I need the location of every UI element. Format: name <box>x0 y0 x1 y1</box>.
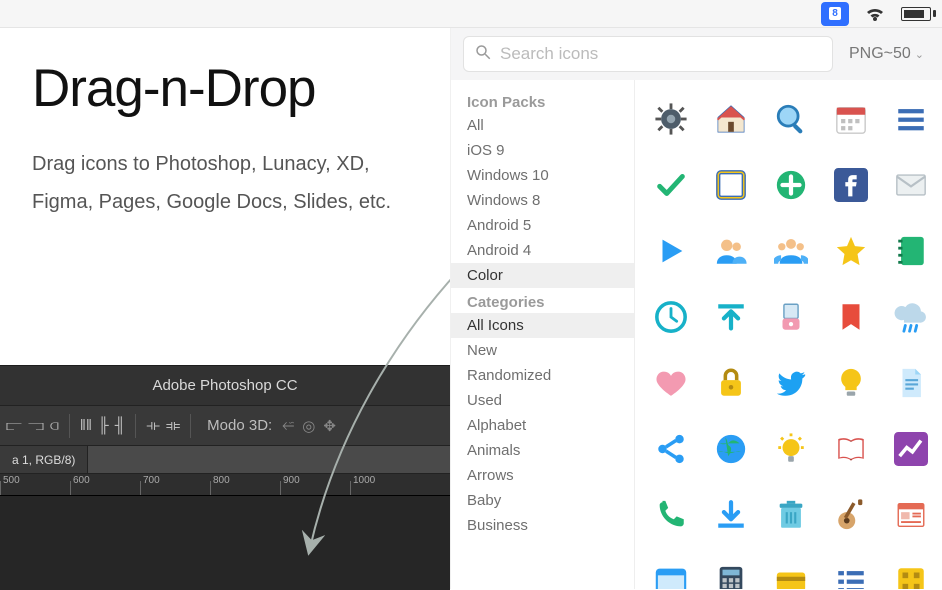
notebook-icon[interactable] <box>881 218 941 284</box>
sidebar-item-pack[interactable]: Windows 8 <box>451 188 634 213</box>
plus-circle-icon[interactable] <box>761 152 821 218</box>
document-icon[interactable] <box>881 350 941 416</box>
sidebar-header-packs: Icon Packs <box>451 88 634 113</box>
star-icon[interactable] <box>821 218 881 284</box>
icon-app-panel: PNG~50 ⌄ Icon Packs AlliOS 9Windows 10Wi… <box>450 28 942 589</box>
orbit-icon[interactable]: ⭁ <box>282 417 294 434</box>
sidebar-item-category[interactable]: Alphabet <box>451 413 634 438</box>
mode3d-label: Modo 3D: <box>207 417 272 434</box>
sidebar-item-pack[interactable]: Color <box>451 263 634 288</box>
frame-icon[interactable] <box>701 152 761 218</box>
calendar-icon[interactable] <box>821 86 881 152</box>
move3d-icon[interactable]: ✥ <box>323 417 336 435</box>
blender-icon[interactable] <box>761 284 821 350</box>
calc-icon[interactable] <box>701 548 761 589</box>
idea-icon[interactable] <box>761 416 821 482</box>
upload-icon[interactable] <box>701 284 761 350</box>
mac-menubar: 8 <box>0 0 942 28</box>
chevron-down-icon: ⌄ <box>915 48 924 61</box>
battery-icon[interactable] <box>901 7 936 21</box>
menu-icon[interactable] <box>881 86 941 152</box>
align-icon[interactable]: ⫎ <box>28 417 44 434</box>
align-icon[interactable]: ⫍ <box>6 417 22 434</box>
card-icon[interactable] <box>761 548 821 589</box>
photoshop-ruler <box>0 474 450 496</box>
bulb-icon[interactable] <box>821 350 881 416</box>
sidebar-header-categories: Categories <box>451 288 634 313</box>
play-icon[interactable] <box>641 218 701 284</box>
magnifier-icon[interactable] <box>761 86 821 152</box>
calc2-icon[interactable] <box>881 548 941 589</box>
twitter-icon[interactable] <box>761 350 821 416</box>
distribute-icon[interactable]: ‖‖ <box>80 417 92 434</box>
distribute-icon[interactable]: ╟ <box>98 417 109 434</box>
format-label: PNG~50 <box>849 45 911 63</box>
distribute-icon[interactable]: ╢ <box>115 417 126 434</box>
sidebar-item-category[interactable]: Business <box>451 513 634 538</box>
photoshop-tab-bar: a 1, RGB/8) <box>0 446 450 474</box>
sidebar-item-pack[interactable]: iOS 9 <box>451 138 634 163</box>
sidebar-item-category[interactable]: Used <box>451 388 634 413</box>
distribute-icon[interactable]: ⟚ <box>166 417 180 434</box>
facebook-icon[interactable] <box>821 152 881 218</box>
sidebar-item-category[interactable]: Animals <box>451 438 634 463</box>
app-toolbar: PNG~50 ⌄ <box>451 28 942 80</box>
window-icon[interactable] <box>641 548 701 589</box>
photoshop-tab[interactable]: a 1, RGB/8) <box>0 446 88 473</box>
gear-icon[interactable] <box>641 86 701 152</box>
clock-icon[interactable] <box>641 284 701 350</box>
chart-up-icon[interactable] <box>881 416 941 482</box>
icon-grid <box>635 80 942 589</box>
lock-icon[interactable] <box>701 350 761 416</box>
guitar-icon[interactable] <box>821 482 881 548</box>
news-icon[interactable] <box>881 482 941 548</box>
mail-icon[interactable] <box>881 152 941 218</box>
trash-icon[interactable] <box>761 482 821 548</box>
sidebar-item-category[interactable]: New <box>451 338 634 363</box>
sidebar-item-category[interactable]: Randomized <box>451 363 634 388</box>
photoshop-toolbar: ⫍ ⫎ ⫏ ‖‖ ╟ ╢ ⟛ ⟚ Modo 3D: ⭁ ◎ ✥ <box>0 406 450 446</box>
rain-icon[interactable] <box>881 284 941 350</box>
sidebar-item-category[interactable]: Arrows <box>451 463 634 488</box>
menubar-app-badge-icon[interactable]: 8 <box>821 2 849 26</box>
book-icon[interactable] <box>821 416 881 482</box>
badge-count: 8 <box>829 7 841 20</box>
share-icon[interactable] <box>641 416 701 482</box>
search-icon <box>474 43 492 66</box>
orbit-icon[interactable]: ◎ <box>302 417 315 435</box>
wifi-icon[interactable] <box>863 5 887 23</box>
sidebar-item-pack[interactable]: Windows 10 <box>451 163 634 188</box>
format-dropdown[interactable]: PNG~50 ⌄ <box>843 45 930 63</box>
sidebar: Icon Packs AlliOS 9Windows 10Windows 8An… <box>451 80 635 589</box>
promo-body: Drag icons to Photoshop, Lunacy, XD, Fig… <box>32 145 418 221</box>
heart-icon[interactable] <box>641 350 701 416</box>
download-icon[interactable] <box>701 482 761 548</box>
photoshop-title: Adobe Photoshop CC <box>0 366 450 406</box>
sidebar-item-category[interactable]: Baby <box>451 488 634 513</box>
search-box[interactable] <box>463 36 833 72</box>
phone-icon[interactable] <box>641 482 701 548</box>
users-two-icon[interactable] <box>701 218 761 284</box>
check-icon[interactable] <box>641 152 701 218</box>
sidebar-item-pack[interactable]: All <box>451 113 634 138</box>
promo-panel: Drag-n-Drop Drag icons to Photoshop, Lun… <box>0 28 450 221</box>
sidebar-item-pack[interactable]: Android 5 <box>451 213 634 238</box>
promo-title: Drag-n-Drop <box>32 58 418 119</box>
bookmark-icon[interactable] <box>821 284 881 350</box>
users-three-icon[interactable] <box>761 218 821 284</box>
home-icon[interactable] <box>701 86 761 152</box>
search-input[interactable] <box>500 37 822 71</box>
distribute-icon[interactable]: ⟛ <box>146 417 160 434</box>
photoshop-window: Adobe Photoshop CC ⫍ ⫎ ⫏ ‖‖ ╟ ╢ ⟛ ⟚ Modo… <box>0 365 450 589</box>
sidebar-item-pack[interactable]: Android 4 <box>451 238 634 263</box>
globe-icon[interactable] <box>701 416 761 482</box>
list-icon[interactable] <box>821 548 881 589</box>
align-icon[interactable]: ⫏ <box>50 417 59 434</box>
sidebar-item-category[interactable]: All Icons <box>451 313 634 338</box>
photoshop-canvas[interactable] <box>0 496 450 590</box>
